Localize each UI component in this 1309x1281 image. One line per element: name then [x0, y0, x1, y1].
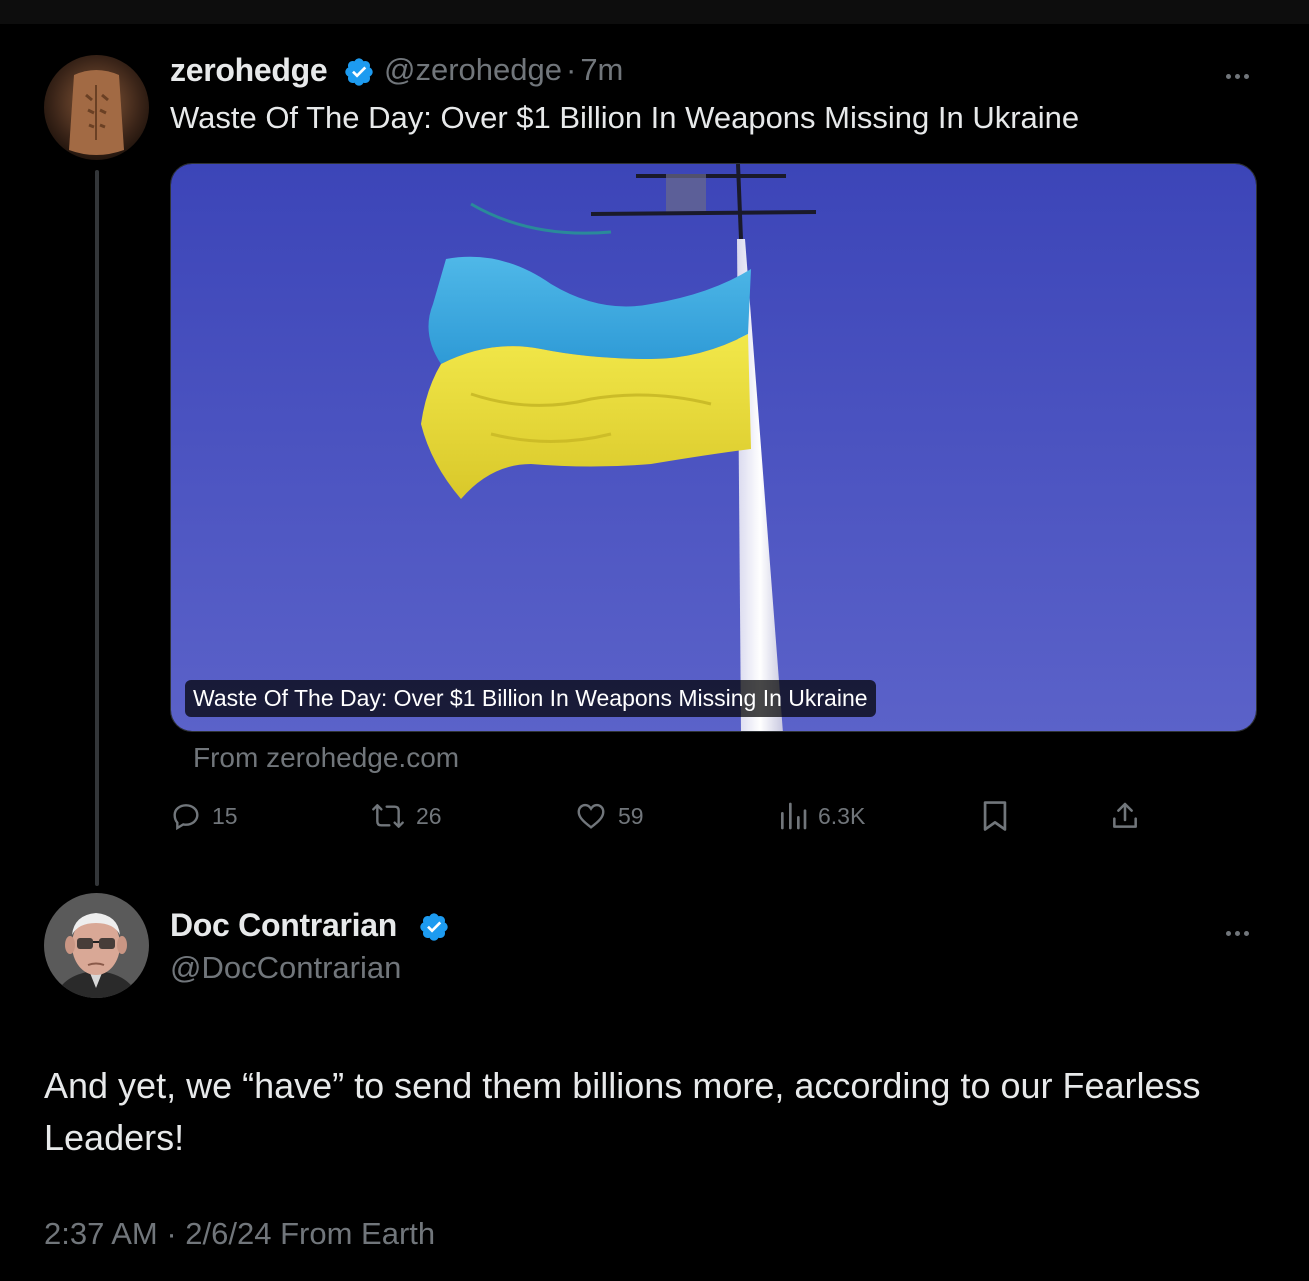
share-icon: [1113, 802, 1137, 828]
main-tweet-text: And yet, we “have” to send them billions…: [44, 1065, 1201, 1158]
like-button[interactable]: 59: [574, 798, 644, 834]
views-button[interactable]: 6.3K: [778, 798, 865, 834]
quoted-author-name[interactable]: zerohedge: [170, 52, 328, 89]
quoted-tweet-text: Waste Of The Day: Over $1 Billion In Wea…: [170, 100, 1080, 135]
time-separator: ·: [565, 52, 577, 87]
main-author-name[interactable]: Doc Contrarian: [170, 907, 397, 944]
repost-icon: [372, 804, 404, 828]
link-card-image[interactable]: [170, 163, 1257, 732]
zerohedge-avatar[interactable]: [44, 55, 149, 160]
bookmark-button[interactable]: [980, 798, 1020, 834]
verified-badge-icon: [345, 58, 373, 86]
heart-icon: [577, 803, 605, 829]
like-count: 59: [618, 802, 644, 829]
repost-count: 26: [416, 802, 442, 829]
more-dots-icon[interactable]: [1226, 923, 1256, 936]
reply-count: 15: [212, 802, 238, 829]
main-author-handle[interactable]: @DocContrarian: [170, 950, 401, 986]
link-card-caption: Waste Of The Day: Over $1 Billion In Wea…: [185, 680, 876, 717]
bookmark-icon: [983, 801, 1007, 831]
reply-icon: [173, 804, 199, 831]
views-icon: [781, 802, 807, 830]
handle-text: @zerohedge: [384, 52, 562, 87]
reply-button[interactable]: 15: [170, 798, 238, 834]
thread-connector-line: [95, 170, 99, 886]
verified-badge-icon: [420, 913, 448, 941]
views-count: 6.3K: [818, 802, 866, 829]
doc-contrarian-avatar[interactable]: [44, 893, 149, 998]
top-bar: [0, 0, 1309, 24]
share-button[interactable]: [1109, 798, 1151, 834]
tweet-time[interactable]: 7m: [580, 52, 623, 87]
quoted-author-handle[interactable]: @zerohedge · 7m: [384, 52, 623, 88]
more-dots-icon[interactable]: [1226, 66, 1256, 79]
link-card-source[interactable]: From zerohedge.com: [193, 742, 459, 774]
repost-button[interactable]: 26: [370, 798, 442, 834]
tweet-meta-timestamp[interactable]: 2:37 AM · 2/6/24 From Earth: [44, 1216, 435, 1252]
